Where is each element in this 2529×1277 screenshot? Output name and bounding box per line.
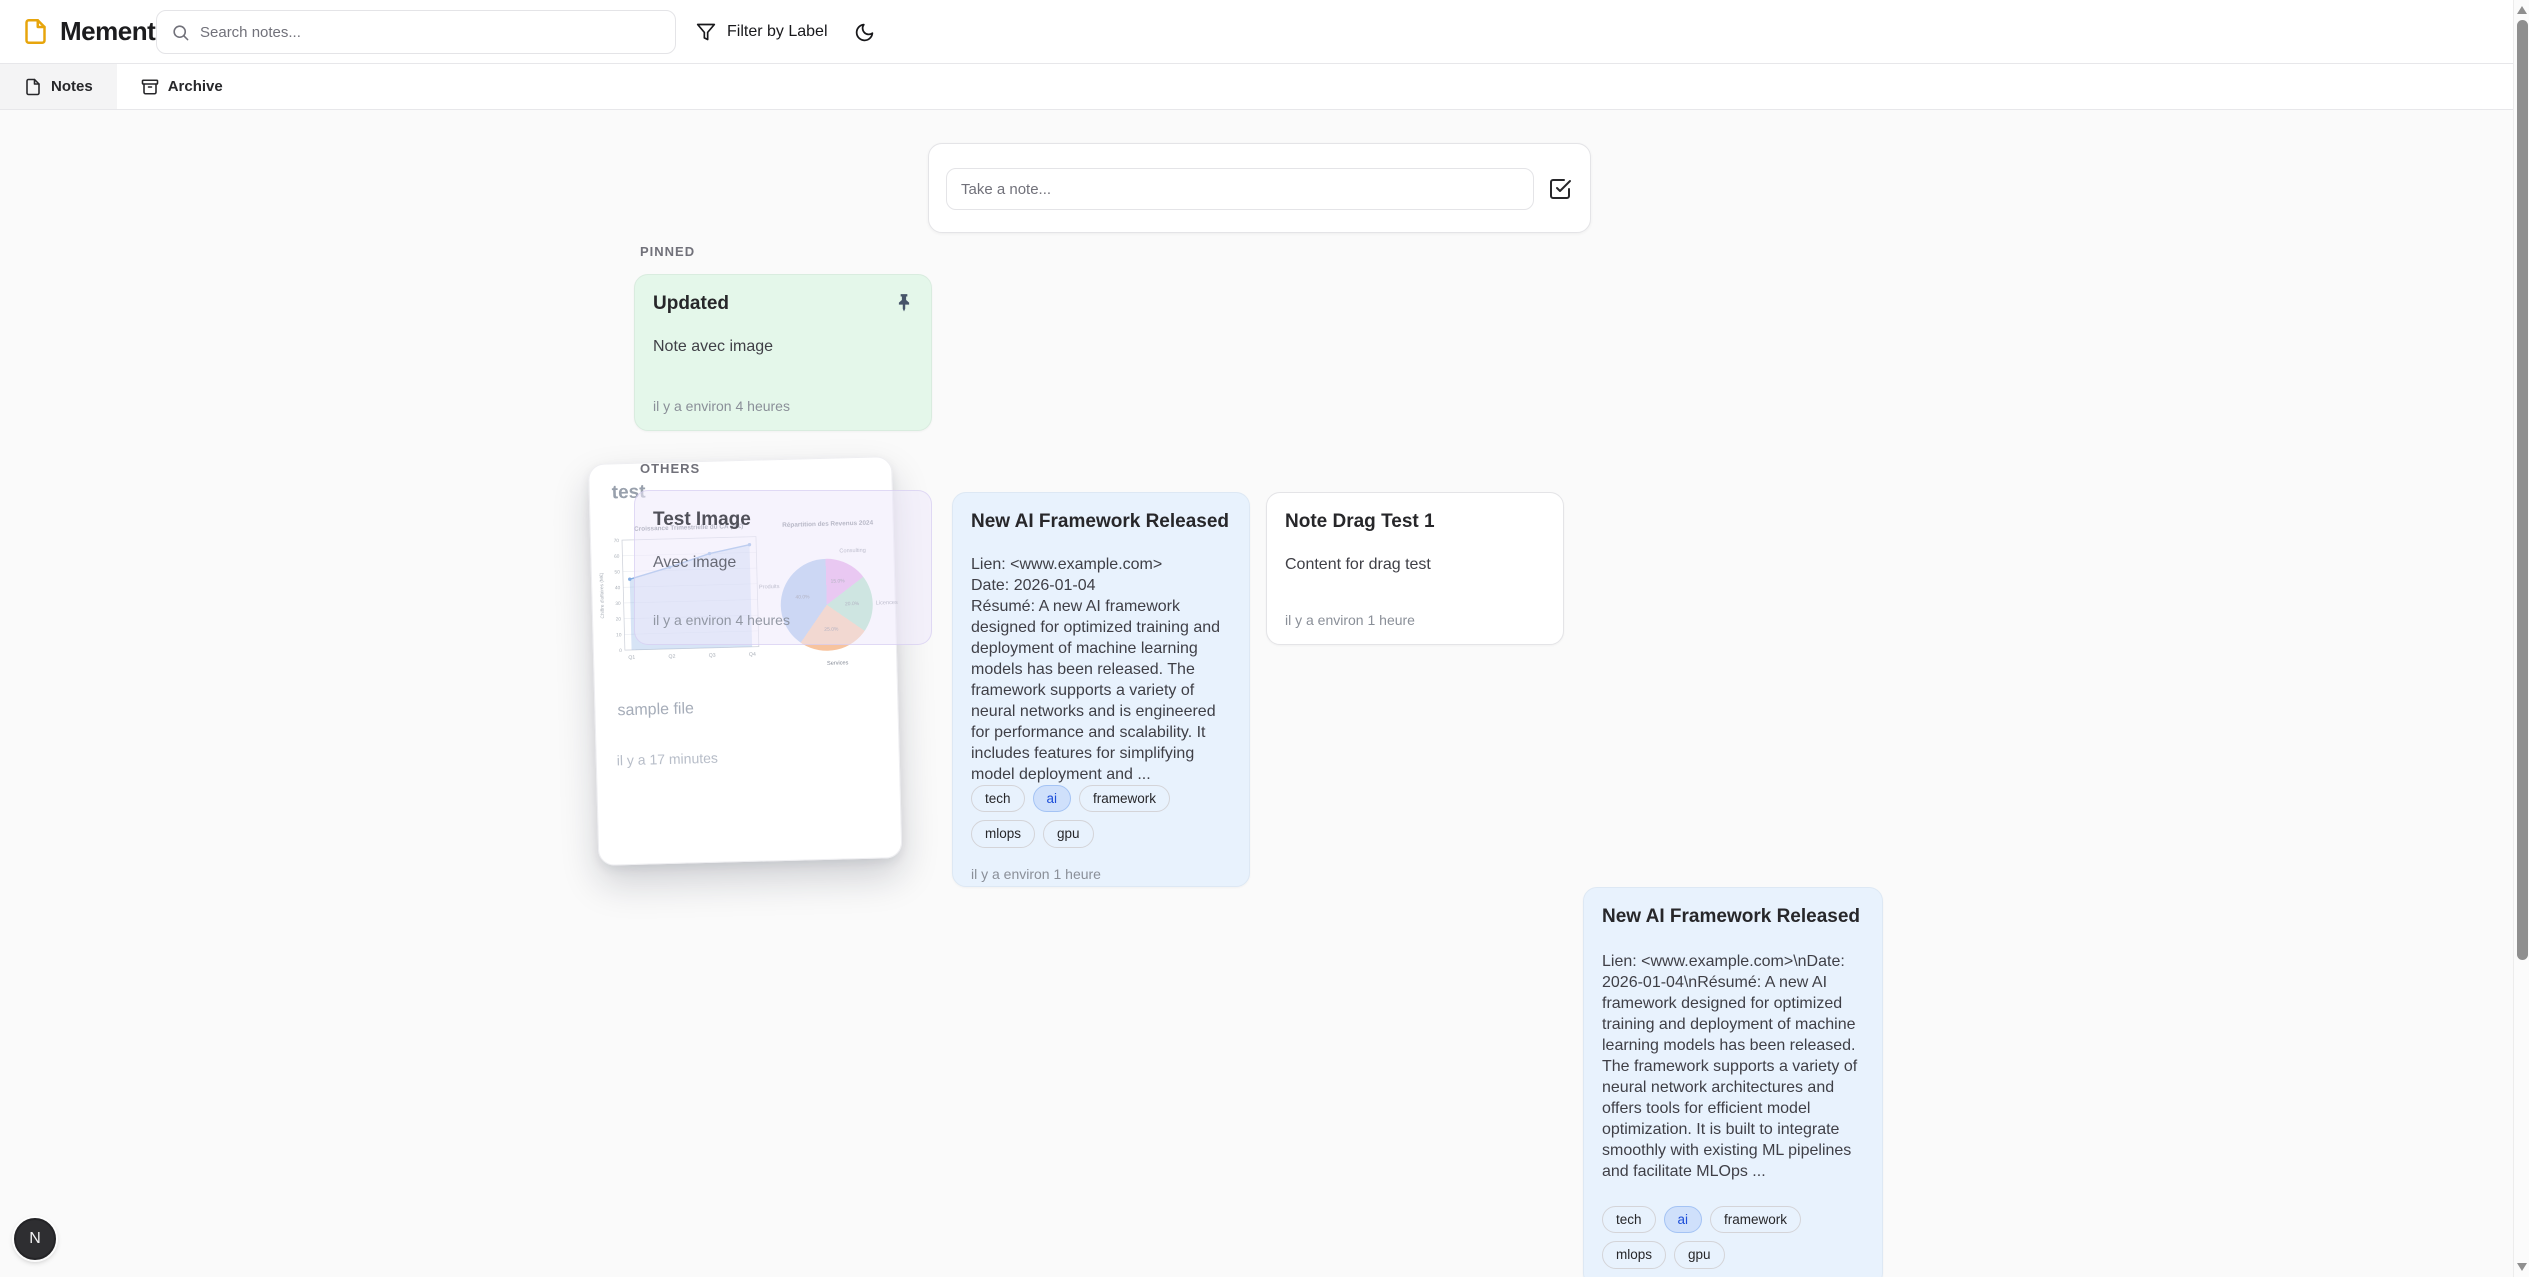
tab-archive-label: Archive: [168, 78, 223, 95]
note-content: Content for drag test: [1285, 554, 1545, 575]
svg-text:Q3: Q3: [709, 653, 716, 659]
moon-icon: [854, 22, 875, 43]
pinned-section-label: PINNED: [640, 244, 695, 259]
scrollbar-thumb[interactable]: [2517, 20, 2528, 960]
tag-framework[interactable]: framework: [1079, 785, 1170, 813]
note-content: Lien: <www.example.com> Date: 2026-01-04…: [971, 554, 1231, 785]
svg-text:30: 30: [615, 601, 621, 607]
ghost-attachment-title: sample file: [617, 700, 694, 720]
theme-toggle-button[interactable]: [844, 12, 884, 52]
archive-icon: [141, 78, 159, 96]
ghost-note-timestamp: il y a 17 minutes: [617, 750, 719, 769]
tab-notes-label: Notes: [51, 78, 93, 95]
note-file-icon: [24, 78, 42, 96]
note-content: Lien: <www.example.com>\nDate: 2026-01-0…: [1602, 951, 1864, 1182]
svg-text:10: 10: [616, 632, 622, 638]
filter-icon: [696, 22, 716, 42]
note-title: Test Image: [653, 509, 913, 532]
app-brand: Memento: [22, 16, 171, 47]
scrollbar-down-arrow[interactable]: [2517, 1263, 2527, 1271]
tag-mlops[interactable]: mlops: [1602, 1241, 1666, 1269]
note-card-ai-framework-duplicate[interactable]: New AI Framework Released Lien: <www.exa…: [1583, 887, 1883, 1277]
tab-notes[interactable]: Notes: [0, 64, 117, 109]
top-bar: Memento Filter by Label: [0, 0, 2529, 64]
tag-ai[interactable]: ai: [1664, 1206, 1703, 1234]
tag-gpu[interactable]: gpu: [1674, 1241, 1725, 1269]
pin-icon[interactable]: [895, 293, 913, 313]
note-tags: techaiframework mlops gpu: [1602, 1206, 1864, 1269]
take-a-note-input[interactable]: [946, 168, 1534, 210]
svg-text:70: 70: [614, 538, 620, 544]
note-title: Updated: [653, 293, 729, 316]
app-title: Memento: [60, 16, 171, 47]
filter-by-label-button[interactable]: Filter by Label: [688, 12, 836, 52]
note-content: Avec image: [653, 552, 913, 573]
checklist-button[interactable]: [1546, 175, 1574, 203]
tag-tech[interactable]: tech: [1602, 1206, 1656, 1234]
note-tags: techaiframework mlops gpu: [971, 785, 1231, 848]
tag-mlops[interactable]: mlops: [971, 820, 1035, 848]
app-logo-file-icon: [22, 18, 49, 45]
search-box: [156, 10, 676, 54]
svg-text:Q4: Q4: [749, 652, 756, 658]
tag-tech[interactable]: tech: [971, 785, 1025, 813]
note-card-test-image[interactable]: Test Image Avec image il y a environ 4 h…: [634, 490, 932, 645]
svg-text:Q1: Q1: [628, 655, 635, 661]
tab-bar: Notes Archive: [0, 64, 2529, 110]
note-content: Note avec image: [653, 336, 913, 357]
filter-button-label: Filter by Label: [727, 23, 828, 41]
others-section-label: OTHERS: [640, 461, 700, 476]
note-title: Note Drag Test 1: [1285, 511, 1545, 534]
note-composer: [928, 143, 1591, 233]
svg-text:0: 0: [619, 648, 622, 654]
svg-text:60: 60: [614, 554, 620, 560]
user-avatar[interactable]: N: [14, 1218, 56, 1260]
svg-text:40: 40: [615, 585, 621, 591]
tag-ai[interactable]: ai: [1033, 785, 1072, 813]
note-card-ai-framework[interactable]: New AI Framework Released Lien: <www.exa…: [952, 492, 1250, 887]
note-card-drag-test-1[interactable]: Note Drag Test 1 Content for drag test i…: [1266, 492, 1564, 645]
vertical-scrollbar: [2513, 0, 2529, 1277]
note-title: New AI Framework Released: [971, 511, 1231, 534]
svg-text:Q2: Q2: [668, 654, 675, 660]
note-timestamp: il y a environ 1 heure: [971, 866, 1231, 882]
svg-text:20: 20: [616, 617, 622, 623]
note-timestamp: il y a environ 4 heures: [653, 398, 913, 414]
avatar-initial: N: [29, 1230, 41, 1248]
svg-text:50: 50: [614, 569, 620, 575]
note-timestamp: il y a environ 4 heures: [653, 612, 913, 628]
check-square-icon: [1548, 177, 1572, 201]
svg-text:Chiffre d'affaires (M€): Chiffre d'affaires (M€): [599, 572, 606, 618]
note-timestamp: il y a environ 1 heure: [1285, 612, 1545, 628]
scrollbar-up-arrow[interactable]: [2517, 6, 2527, 14]
tag-gpu[interactable]: gpu: [1043, 820, 1094, 848]
search-icon: [171, 23, 190, 42]
memento-app: Memento Filter by Label: [0, 0, 2529, 1277]
tag-framework[interactable]: framework: [1710, 1206, 1801, 1234]
tab-archive[interactable]: Archive: [117, 64, 247, 109]
search-input[interactable]: [200, 24, 661, 41]
note-card-updated[interactable]: Updated Note avec image il y a environ 4…: [634, 274, 932, 431]
note-title: New AI Framework Released: [1602, 906, 1864, 929]
